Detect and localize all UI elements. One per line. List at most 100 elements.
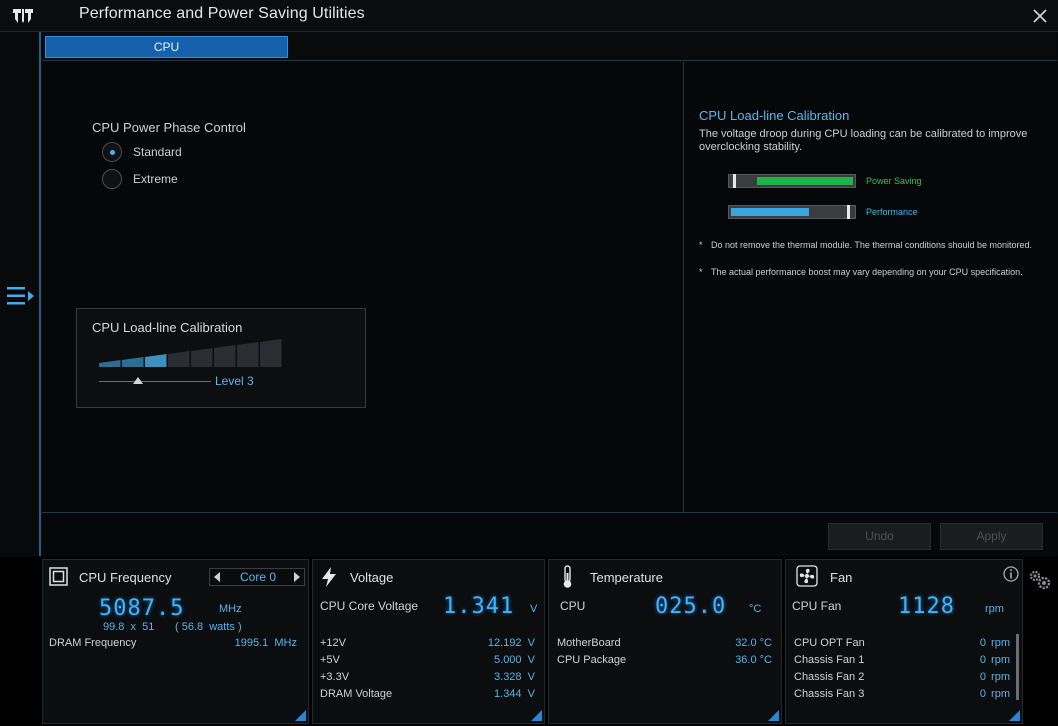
llc-title: CPU Load-line Calibration <box>92 320 243 335</box>
radio-extreme-label: Extreme <box>133 172 178 186</box>
title-bar: Performance and Power Saving Utilities <box>0 0 1058 32</box>
llc-level-bar <box>214 345 236 367</box>
llc-level-bar <box>168 351 190 367</box>
cpu-frequency-value: 5087.5 <box>99 596 185 621</box>
description-text: The voltage droop during CPU loading can… <box>699 128 1028 153</box>
cpu-temperature-label: CPU <box>560 599 586 613</box>
phase-control-label: CPU Power Phase Control <box>92 120 246 135</box>
cpu-core-voltage-unit: V <box>530 603 538 615</box>
voltage-row-label: +3.3V <box>320 671 350 683</box>
apply-button[interactable]: Apply <box>940 523 1043 550</box>
fan-row-unit: rpm <box>991 688 1010 700</box>
cpu-temperature-unit: °C <box>749 603 762 615</box>
llc-level-bar <box>237 342 259 367</box>
note-thermal: * Do not remove the thermal module. The … <box>699 239 1049 251</box>
radio-standard-button[interactable] <box>102 142 122 162</box>
fan-icon <box>796 565 818 587</box>
power-saving-bar <box>728 174 856 188</box>
temperature-title: Temperature <box>590 570 663 585</box>
note-star-icon: * <box>699 267 703 277</box>
note-star-icon: * <box>699 240 703 250</box>
llc-level-bars <box>99 339 282 367</box>
performance-fill <box>731 208 809 216</box>
voltage-row-label: +5V <box>320 654 340 666</box>
thermometer-icon <box>563 565 572 588</box>
temperature-panel: Temperature CPU 025.0 °C MotherBoard 32.0… <box>548 559 782 724</box>
radio-extreme-button[interactable] <box>102 169 122 189</box>
power-saving-label: Power Saving <box>866 176 922 186</box>
temperature-row-label: CPU Package <box>557 654 627 666</box>
core-selector[interactable]: Core 0 <box>209 568 305 586</box>
description-title: CPU Load-line Calibration <box>699 108 850 123</box>
tab-bar: CPU <box>42 32 1057 61</box>
fan-row-unit: rpm <box>991 671 1010 683</box>
fan-row-label: Chassis Fan 1 <box>794 654 865 666</box>
voltage-row-label: +12V <box>320 637 346 649</box>
cpu-fan-label: CPU Fan <box>792 599 842 613</box>
fan-row-unit: rpm <box>991 654 1010 666</box>
undo-button[interactable]: Undo <box>828 523 931 550</box>
cpu-frequency-power: ( 56.8 watts ) <box>175 621 242 633</box>
fan-row-value: 0 <box>979 688 986 700</box>
fan-row-label: Chassis Fan 2 <box>794 671 865 683</box>
note-performance-text: The actual performance boost may vary de… <box>711 267 1023 277</box>
menu-icon[interactable] <box>6 284 36 308</box>
core-next-arrow-icon[interactable] <box>294 572 300 582</box>
note-thermal-text: Do not remove the thermal module. The th… <box>711 240 1033 250</box>
radio-extreme[interactable]: Extreme <box>102 169 178 189</box>
panel-corner-icon <box>531 710 542 721</box>
performance-bar <box>728 205 856 219</box>
voltage-row-value: 5.000 V <box>494 654 535 666</box>
fan-row-label: Chassis Fan 3 <box>794 688 865 700</box>
panel-corner-icon <box>768 710 779 721</box>
llc-level-bar <box>99 360 121 367</box>
fan-list-scrollbar[interactable] <box>1016 634 1019 700</box>
temperature-row-label: MotherBoard <box>557 637 621 649</box>
temperature-row-value: 36.0 °C <box>735 654 772 666</box>
fan-row-value: 0 <box>979 637 986 649</box>
button-bar: Undo Apply <box>42 512 1057 556</box>
info-icon[interactable] <box>1003 566 1019 582</box>
settings-area: CPU Power Phase Control Standard Extreme… <box>42 62 683 512</box>
panel-corner-icon <box>295 710 306 721</box>
voltage-panel: Voltage CPU Core Voltage 1.341 V +12V 12.… <box>312 559 545 724</box>
performance-label: Performance <box>866 207 918 217</box>
tuf-logo-icon <box>13 9 33 23</box>
radio-standard[interactable]: Standard <box>102 142 182 162</box>
cpu-fan-unit: rpm <box>985 603 1004 615</box>
llc-level-bar <box>191 348 213 367</box>
llc-level-bar <box>122 357 144 367</box>
cpu-frequency-title: CPU Frequency <box>79 570 172 585</box>
power-saving-marker <box>733 174 736 188</box>
close-icon[interactable] <box>1030 6 1050 26</box>
description-panel: CPU Load-line Calibration The voltage dr… <box>683 62 1057 512</box>
performance-marker <box>847 205 850 219</box>
panel-corner-icon <box>1009 710 1020 721</box>
voltage-row-value: 12.192 V <box>487 637 535 649</box>
voltage-row-value: 1.344 V <box>494 688 535 700</box>
fan-row-unit: rpm <box>991 637 1010 649</box>
fan-row-value: 0 <box>979 654 986 666</box>
llc-slider-thumb[interactable] <box>133 377 143 384</box>
voltage-row-label: DRAM Voltage <box>320 688 393 700</box>
cpu-chip-icon <box>49 567 68 586</box>
llc-control: CPU Load-line Calibration Level 3 <box>76 308 366 408</box>
cpu-frequency-unit: MHz <box>219 603 242 615</box>
llc-slider-track[interactable] <box>99 381 211 382</box>
fan-title: Fan <box>830 570 853 585</box>
llc-level-bar <box>145 354 167 367</box>
tab-cpu[interactable]: CPU <box>45 36 288 58</box>
llc-level-bar <box>260 339 282 367</box>
lightning-icon <box>322 567 336 587</box>
voltage-row-value: 3.328 V <box>494 671 535 683</box>
cpu-core-voltage-label: CPU Core Voltage <box>320 599 419 613</box>
window-title: Performance and Power Saving Utilities <box>79 5 365 22</box>
cpu-frequency-panel: CPU Frequency Core 0 5087.5 MHz 99.8 x 5… <box>42 559 309 724</box>
monitor-panels: CPU Frequency Core 0 5087.5 MHz 99.8 x 5… <box>0 557 1058 726</box>
dram-frequency-label: DRAM Frequency <box>49 637 137 649</box>
power-saving-fill <box>757 177 853 185</box>
fan-row-label: CPU OPT Fan <box>794 637 865 649</box>
cpu-core-voltage-value: 1.341 <box>443 594 515 619</box>
llc-level-label: Level 3 <box>215 374 254 388</box>
gear-icon[interactable] <box>1027 569 1053 591</box>
